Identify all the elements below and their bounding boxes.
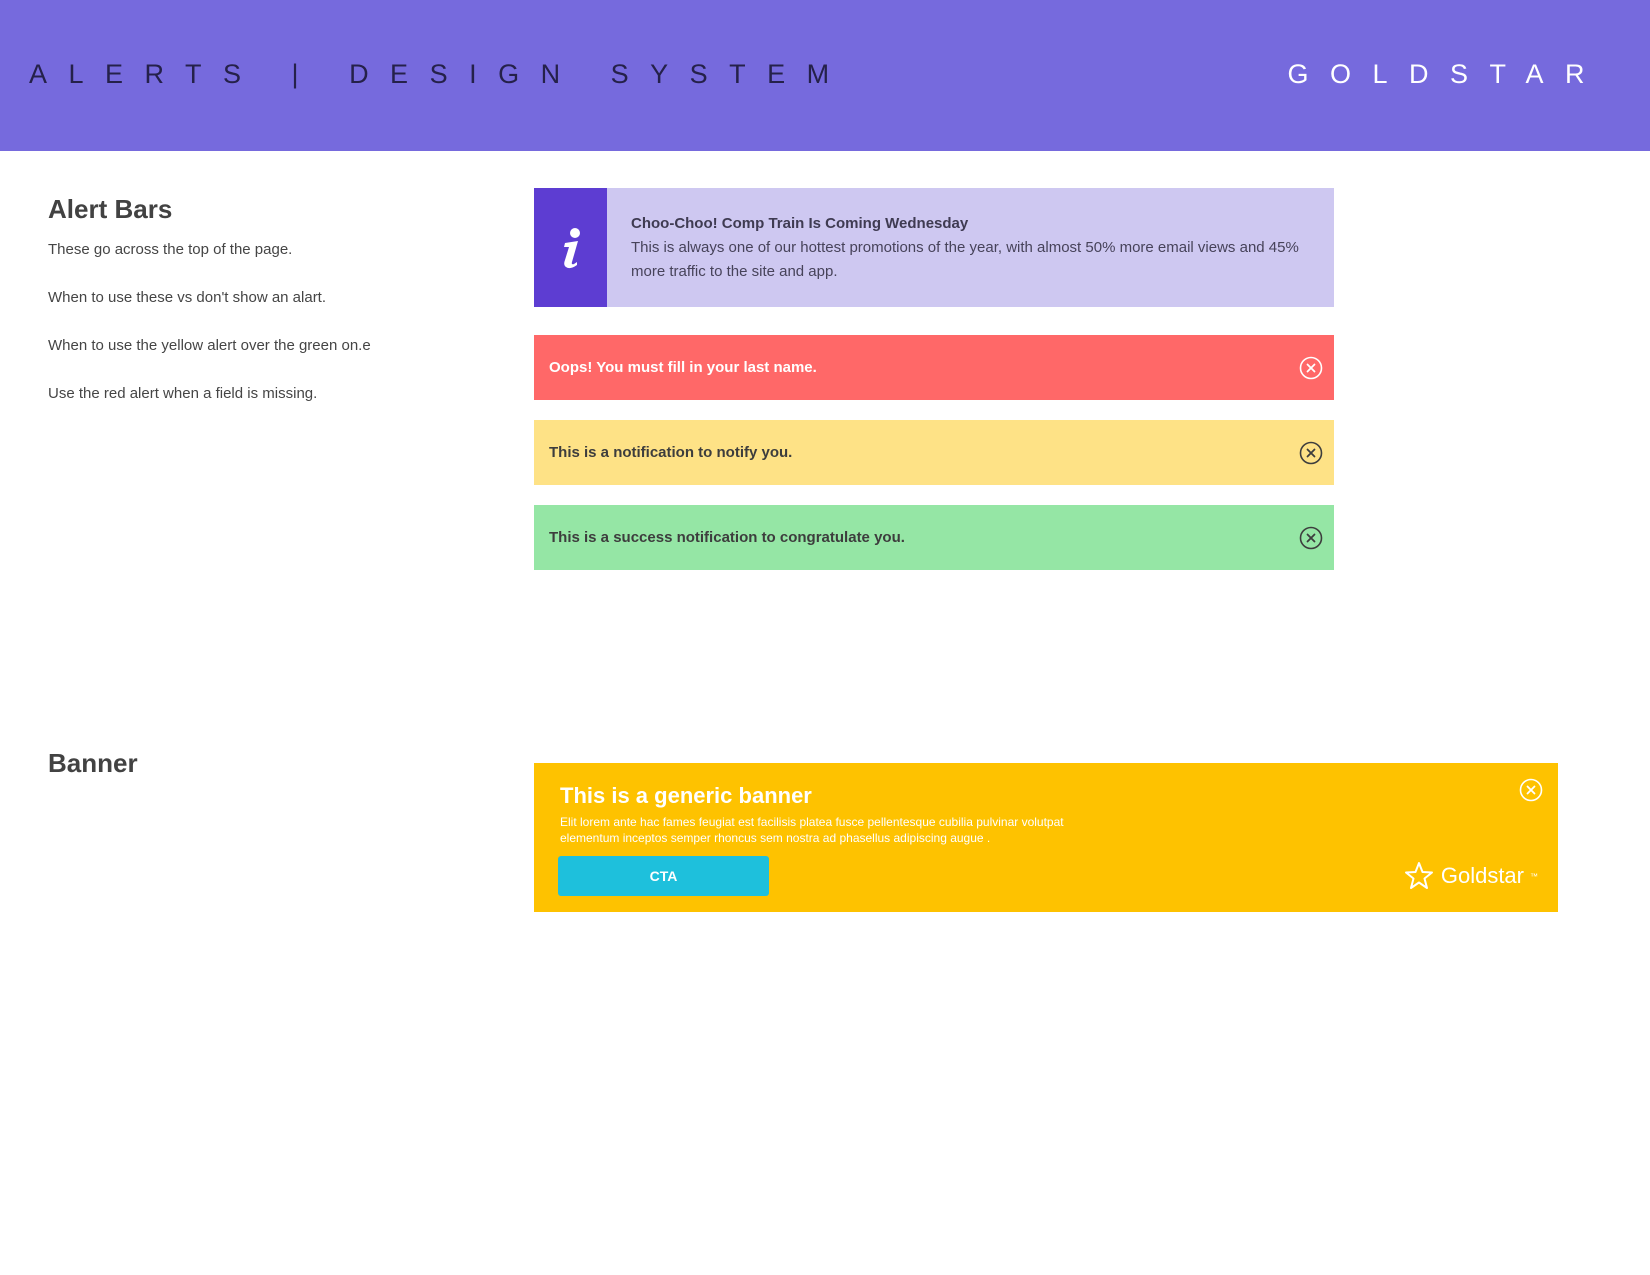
error-alert-text: Oops! You must fill in your last name. (549, 358, 817, 376)
goldstar-logo: Goldstar ™ (1403, 861, 1538, 891)
banner-title: This is a generic banner (560, 783, 812, 808)
note-item: When to use these vs don't show an alart… (48, 289, 327, 306)
success-alert-bar: This is a success notification to congra… (534, 505, 1334, 570)
info-alert-title: Choo-Choo! Comp Train Is Coming Wednesda… (631, 215, 969, 232)
success-alert-text: This is a success notification to congra… (549, 528, 905, 546)
info-alert-body: This is always one of our hottest promot… (631, 239, 1299, 280)
alert-bars-heading: Alert Bars (48, 194, 173, 224)
error-alert-bar: Oops! You must fill in your last name. (534, 335, 1334, 400)
note-item: Use the red alert when a field is missin… (48, 385, 318, 402)
star-logo-icon (1404, 862, 1433, 889)
logo-text: Goldstar (1440, 863, 1524, 888)
note-item: These go across the top of the page. (48, 241, 293, 258)
cta-button[interactable]: CTA (558, 856, 769, 896)
warning-alert-text: This is a notification to notify you. (549, 443, 793, 461)
note-item: When to use the yellow alert over the gr… (48, 337, 371, 354)
info-icon-container (534, 188, 607, 307)
alert-bars-notes: These go across the top of the page. Whe… (48, 240, 468, 432)
close-circle-icon[interactable] (1298, 440, 1324, 466)
banner-body: Elit lorem ante hac fames feugiat est fa… (560, 815, 1064, 845)
page-header: ALERTS | DESIGN SYSTEM GOLDSTAR (0, 0, 1650, 151)
close-circle-icon[interactable] (1298, 355, 1324, 381)
close-circle-icon[interactable] (1518, 777, 1544, 803)
info-icon (563, 227, 580, 268)
info-alert: Choo-Choo! Comp Train Is Coming Wednesda… (534, 188, 1334, 307)
brand-name: GOLDSTAR (1287, 59, 1606, 89)
generic-banner: This is a generic banner Elit lorem ante… (534, 763, 1558, 912)
banner-heading: Banner (48, 748, 138, 778)
close-circle-icon[interactable] (1298, 525, 1324, 551)
logo-trademark: ™ (1530, 871, 1538, 881)
page-title: ALERTS | DESIGN SYSTEM (29, 59, 851, 89)
warning-alert-bar: This is a notification to notify you. (534, 420, 1334, 485)
